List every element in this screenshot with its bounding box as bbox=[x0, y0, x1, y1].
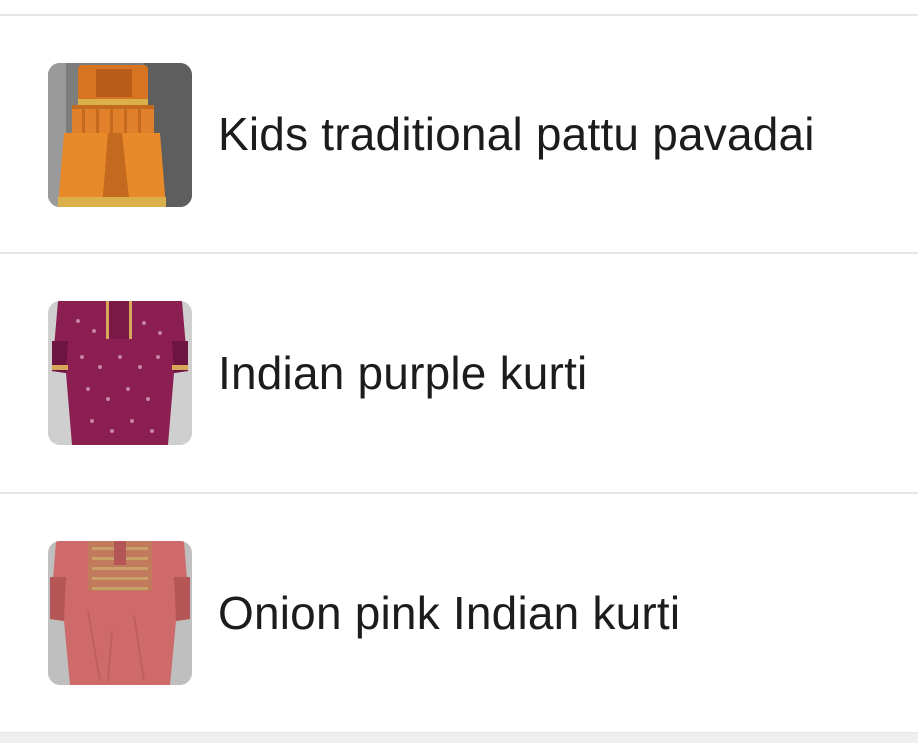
listing-list: Kids traditional pattu pavadai Indian pu… bbox=[0, 16, 918, 734]
listing-thumbnail[interactable] bbox=[48, 301, 192, 445]
listing-thumbnail[interactable] bbox=[48, 63, 192, 207]
listing-item[interactable]: Indian purple kurti bbox=[0, 254, 918, 494]
listing-thumbnail[interactable] bbox=[48, 541, 192, 685]
listing-title[interactable]: Indian purple kurti bbox=[218, 254, 587, 492]
bottom-band bbox=[0, 733, 918, 743]
listing-item[interactable]: Kids traditional pattu pavadai bbox=[0, 16, 918, 254]
listing-item[interactable]: Onion pink Indian kurti bbox=[0, 494, 918, 734]
purple-kurti-image bbox=[48, 301, 192, 445]
listing-title[interactable]: Onion pink Indian kurti bbox=[218, 494, 680, 732]
pavadai-image bbox=[48, 63, 192, 207]
pink-kurti-image bbox=[48, 541, 192, 685]
listing-title[interactable]: Kids traditional pattu pavadai bbox=[218, 16, 815, 252]
